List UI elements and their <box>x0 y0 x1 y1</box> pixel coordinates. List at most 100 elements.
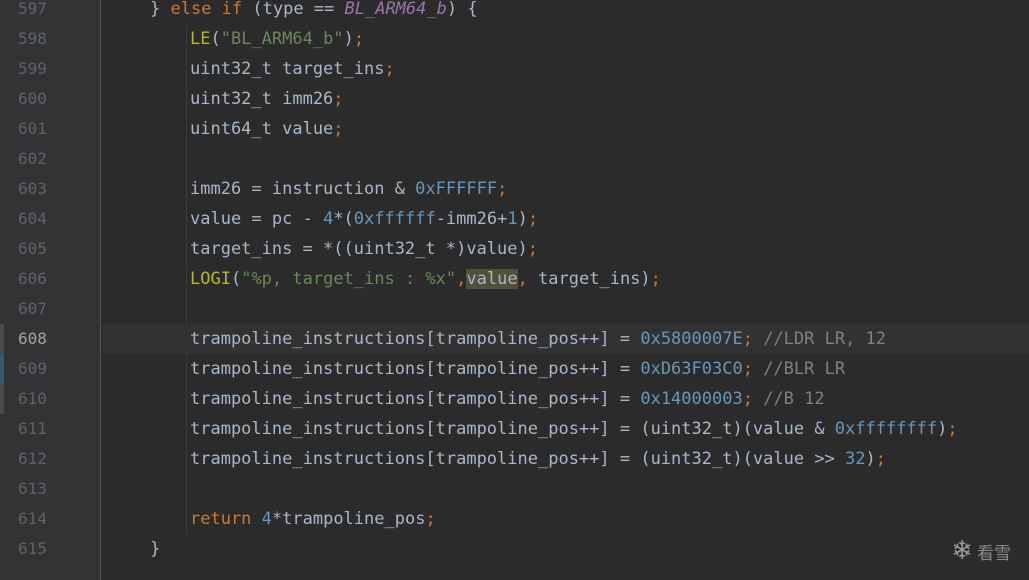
change-marker <box>0 324 4 354</box>
change-marker <box>0 354 4 384</box>
code-line[interactable]: trampoline_instructions[trampoline_pos++… <box>102 444 1029 474</box>
code-token: 0xFFFFFF <box>415 179 498 199</box>
line-number: 603 <box>18 179 47 198</box>
change-marker <box>0 384 4 414</box>
code-token: return <box>190 509 262 529</box>
code-token: ; <box>333 89 344 109</box>
code-editor[interactable]: } else if (type == BL_ARM64_b) {LE("BL_A… <box>102 0 1029 580</box>
code-line[interactable]: uint64_t value; <box>102 114 1029 144</box>
code-token: 4 <box>323 209 334 229</box>
line-number: 605 <box>18 239 47 258</box>
code-token: else if <box>170 0 243 19</box>
line-number: 606 <box>18 269 47 288</box>
line-number: 609 <box>18 359 47 378</box>
code-line[interactable]: trampoline_instructions[trampoline_pos++… <box>102 354 1029 384</box>
code-token: trampoline_instructions[trampoline_pos++… <box>190 359 641 379</box>
code-token: "BL_ARM64_b" <box>220 29 344 49</box>
code-token: ; <box>384 59 395 79</box>
code-token: ) <box>343 29 354 49</box>
code-line[interactable]: uint32_t target_ins; <box>102 54 1029 84</box>
code-line[interactable]: } <box>102 534 1029 564</box>
code-line[interactable]: LE("BL_ARM64_b"); <box>102 24 1029 54</box>
code-token: BL_ARM64_b <box>344 0 447 19</box>
code-token: 0xffffff <box>353 209 436 229</box>
line-number: 604 <box>18 209 47 228</box>
code-token: ; <box>742 359 753 379</box>
line-number: 601 <box>18 119 47 138</box>
code-token: ( <box>230 269 242 289</box>
code-token: target_ins = *((uint32_t *)value) <box>190 239 528 259</box>
code-line[interactable]: imm26 = instruction & 0xFFFFFF; <box>102 174 1029 204</box>
line-number: 615 <box>18 539 47 558</box>
code-token: ) { <box>446 0 478 19</box>
code-token: 0x14000003 <box>640 389 743 409</box>
line-number: 600 <box>18 89 47 108</box>
code-line[interactable]: target_ins = *((uint32_t *)value); <box>102 234 1029 264</box>
code-token: 32 <box>845 449 866 469</box>
watermark: ❄ 看雪 <box>951 536 1011 566</box>
code-token: "%p, target_ins : %x" <box>241 269 457 289</box>
line-number: 608 <box>18 329 47 348</box>
code-line[interactable] <box>102 144 1029 174</box>
code-token: uint32_t imm26 <box>190 89 334 109</box>
code-token: -imm26+ <box>435 209 508 229</box>
code-token: trampoline_instructions[trampoline_pos++… <box>190 419 835 439</box>
snowflake-icon: ❄ <box>951 536 973 566</box>
code-token: , <box>456 269 467 289</box>
code-line[interactable]: LOGI("%p, target_ins : %x",value, target… <box>102 264 1029 294</box>
code-token: ) <box>937 419 948 439</box>
code-token: , <box>517 269 528 289</box>
code-token: trampoline_instructions[trampoline_pos++… <box>190 329 641 349</box>
code-token: ; <box>527 239 539 259</box>
code-line[interactable]: return 4*trampoline_pos; <box>102 504 1029 534</box>
code-token: ; <box>497 179 508 199</box>
line-number: 610 <box>18 389 47 408</box>
code-token: imm26 = instruction & <box>190 179 416 199</box>
code-token: ; <box>425 509 436 529</box>
code-line[interactable] <box>102 294 1029 324</box>
code-token: ; <box>742 389 753 409</box>
code-token: value = pc - <box>190 209 324 229</box>
line-number: 599 <box>18 59 47 78</box>
code-token: ; <box>875 449 887 469</box>
code-token: uint64_t value <box>190 119 334 139</box>
code-token: ; <box>947 419 958 439</box>
code-token: ) <box>865 449 876 469</box>
code-line[interactable]: trampoline_instructions[trampoline_pos++… <box>102 324 1029 354</box>
line-number-gutter[interactable]: 597 598 599 600 601 602 603 604 605 606 607 608 609 6… <box>0 0 101 580</box>
code-token: 0x5800007E <box>640 329 743 349</box>
code-token: target_ins) <box>527 269 651 289</box>
line-number: 612 <box>18 449 47 468</box>
code-token: *trampoline_pos <box>271 509 426 529</box>
line-number: 614 <box>18 509 47 528</box>
code-token: } <box>150 0 171 19</box>
code-token: 1 <box>507 209 518 229</box>
code-token: *( <box>333 209 354 229</box>
code-token: ; <box>527 209 539 229</box>
code-line[interactable]: uint32_t imm26; <box>102 84 1029 114</box>
code-token: value <box>466 269 518 289</box>
code-token: trampoline_instructions[trampoline_pos++… <box>190 449 846 469</box>
code-line[interactable]: } else if (type == BL_ARM64_b) { <box>102 0 1029 24</box>
line-number: 598 <box>18 29 47 48</box>
code-line[interactable]: value = pc - 4*(0xffffff-imm26+1); <box>102 204 1029 234</box>
code-token: 0xD63F03C0 <box>640 359 743 379</box>
code-token: (type == <box>242 0 345 19</box>
code-token: uint32_t target_ins <box>190 59 385 79</box>
line-number: 611 <box>18 419 47 438</box>
line-number: 602 <box>18 149 47 168</box>
code-token: 0xffffffff <box>834 419 938 439</box>
code-token: //BLR LR <box>752 359 846 379</box>
code-token: ( <box>210 29 221 49</box>
code-token: } <box>150 539 161 559</box>
code-line[interactable] <box>102 474 1029 504</box>
line-number: 613 <box>18 479 47 498</box>
code-line[interactable]: trampoline_instructions[trampoline_pos++… <box>102 414 1029 444</box>
line-number: 607 <box>18 299 47 318</box>
code-line[interactable]: trampoline_instructions[trampoline_pos++… <box>102 384 1029 414</box>
code-token: ; <box>353 29 365 49</box>
code-token: ) <box>517 209 528 229</box>
code-token: LE <box>190 29 211 49</box>
watermark-text: 看雪 <box>977 543 1011 564</box>
code-token: //B 12 <box>752 389 825 409</box>
